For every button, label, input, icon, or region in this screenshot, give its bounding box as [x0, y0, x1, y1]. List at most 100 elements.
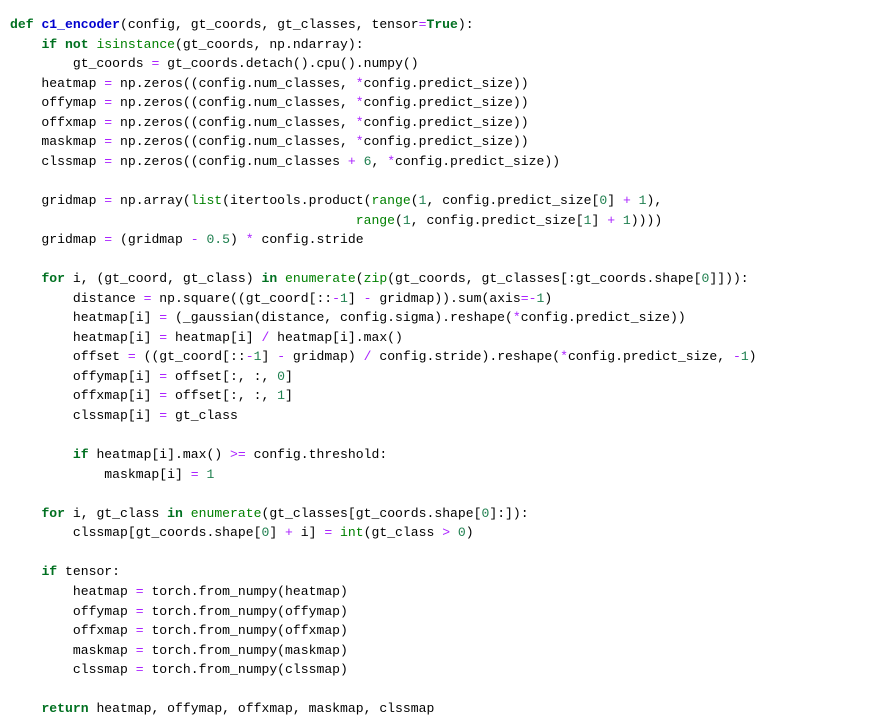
code-token-plain: maskmap: [10, 134, 105, 150]
code-token-plain: gridmap): [285, 349, 364, 365]
code-token-plain: (itertools.product(: [222, 193, 372, 209]
code-token-keyword: return: [41, 701, 89, 717]
code-token-plain: offset[:, :,: [167, 388, 278, 404]
code-line: distance = np.square((gt_coord[::-1] - g…: [10, 289, 877, 309]
code-listing[interactable]: def c1_encoder(config, gt_coords, gt_cla…: [0, 13, 877, 719]
code-token-plain: clssmap: [10, 153, 105, 169]
code-token-plain: clssmap: [10, 662, 136, 678]
code-token-op: =: [159, 388, 168, 404]
code-token-plain: config.stride: [253, 232, 364, 248]
code-line: clssmap = np.zeros((config.num_classes +…: [10, 152, 877, 172]
code-token-plain: config.predict_size)): [363, 134, 529, 150]
code-token-op: *: [355, 134, 364, 150]
code-token-op: *: [512, 310, 521, 326]
code-token-keyword: not: [65, 36, 89, 52]
code-token-plain: ]: [607, 193, 623, 209]
code-line: if tensor:: [10, 562, 877, 582]
code-token-number: 0: [277, 368, 286, 384]
code-token-plain: heatmap, offymap, offxmap, maskmap, clss…: [88, 701, 435, 717]
code-token-plain: gt_coords.detach().cpu().numpy(): [159, 56, 419, 72]
code-token-plain: heatmap[i].max(): [269, 329, 403, 345]
code-token-plain: heatmap: [10, 583, 136, 599]
code-token-number: 1: [340, 290, 348, 306]
code-token-op: =: [159, 329, 168, 345]
code-token-plain: config.predict_size,: [567, 349, 733, 365]
code-token-plain: torch.from_numpy(maskmap): [143, 642, 348, 658]
code-token-keyword: if: [41, 564, 58, 580]
code-token-op: *: [245, 232, 254, 248]
code-token-plain: offxmap: [10, 623, 136, 639]
code-token-op: =: [104, 134, 113, 150]
code-token-plain: maskmap[i]: [10, 466, 191, 482]
code-token-plain: ]: [285, 368, 293, 384]
code-line: gridmap = (gridmap - 0.5) * config.strid…: [10, 230, 877, 250]
code-token-plain: ]:]):: [489, 505, 529, 521]
code-token-keyword: in: [167, 505, 183, 521]
code-line: heatmap = torch.from_numpy(heatmap): [10, 582, 877, 602]
code-token-plain: np.square((gt_coord[::: [151, 290, 333, 306]
code-line: heatmap = np.zeros((config.num_classes, …: [10, 74, 877, 94]
code-token-op: =: [104, 114, 113, 130]
code-line: clssmap[i] = gt_class: [10, 406, 877, 426]
code-token-plain: offset[:, :,: [167, 368, 278, 384]
code-token-plain: clssmap[gt_coords.shape[: [10, 525, 262, 541]
code-token-op: =: [135, 603, 144, 619]
code-token-plain: heatmap[i]: [10, 329, 160, 345]
code-token-builtin: range: [371, 193, 411, 209]
code-line: offset = ((gt_coord[::-1] - gridmap) / c…: [10, 347, 877, 367]
code-token-plain: config.predict_size)): [363, 95, 529, 111]
code-line: offxmap = torch.from_numpy(offxmap): [10, 621, 877, 641]
code-line: offxmap = np.zeros((config.num_classes, …: [10, 113, 877, 133]
code-token-plain: , config.predict_size[: [426, 193, 600, 209]
code-token-op: *: [387, 153, 396, 169]
code-token-op: =: [104, 75, 113, 91]
code-token-op: =: [104, 232, 113, 248]
code-token-op: -: [732, 349, 741, 365]
code-token-plain: ]])):: [709, 271, 749, 287]
code-token-op: -: [332, 290, 341, 306]
code-token-op: *: [355, 114, 364, 130]
code-token-plain: (config, gt_coords, gt_classes, tensor: [120, 17, 419, 33]
code-token-plain: np.zeros((config.num_classes,: [112, 134, 356, 150]
code-token-builtin: range: [355, 212, 396, 228]
code-token-number: 1: [277, 388, 286, 404]
code-token-op: =: [104, 153, 113, 169]
code-token-op: +: [607, 212, 616, 228]
code-token-op: *: [560, 349, 568, 365]
code-token-keyword: in: [261, 271, 278, 287]
code-token-op: +: [622, 193, 631, 209]
code-line: offymap = torch.from_numpy(offymap): [10, 602, 877, 622]
code-token-plain: i, gt_class: [65, 505, 168, 521]
code-token-number: 1: [622, 212, 631, 228]
code-token-op: =: [190, 466, 199, 482]
code-line: clssmap[gt_coords.shape[0] + i] = int(gt…: [10, 523, 877, 543]
code-token-func: c1_encoder: [41, 17, 121, 33]
code-token-plain: (: [410, 193, 419, 209]
code-token-plain: config.predict_size)): [363, 75, 529, 91]
code-line: for i, gt_class in enumerate(gt_classes[…: [10, 504, 877, 524]
code-token-keyword: if: [72, 447, 89, 463]
code-token-plain: ): [230, 232, 246, 248]
code-token-plain: heatmap[i]: [167, 329, 262, 345]
code-token-plain: offxmap: [10, 114, 105, 130]
code-token-op: *: [355, 75, 364, 91]
code-token-number: 0: [457, 525, 466, 541]
code-token-plain: gridmap: [10, 193, 105, 209]
code-line: offxmap[i] = offset[:, :, 1]: [10, 386, 877, 406]
code-token-plain: torch.from_numpy(heatmap): [143, 583, 348, 599]
code-token-plain: , config.predict_size[: [410, 212, 584, 228]
code-line: if heatmap[i].max() >= config.threshold:: [10, 445, 877, 465]
code-token-op: =: [127, 349, 136, 365]
code-token-op: =: [324, 525, 333, 541]
code-token-plain: ,: [371, 153, 388, 169]
code-token-plain: torch.from_numpy(offxmap): [143, 623, 348, 639]
